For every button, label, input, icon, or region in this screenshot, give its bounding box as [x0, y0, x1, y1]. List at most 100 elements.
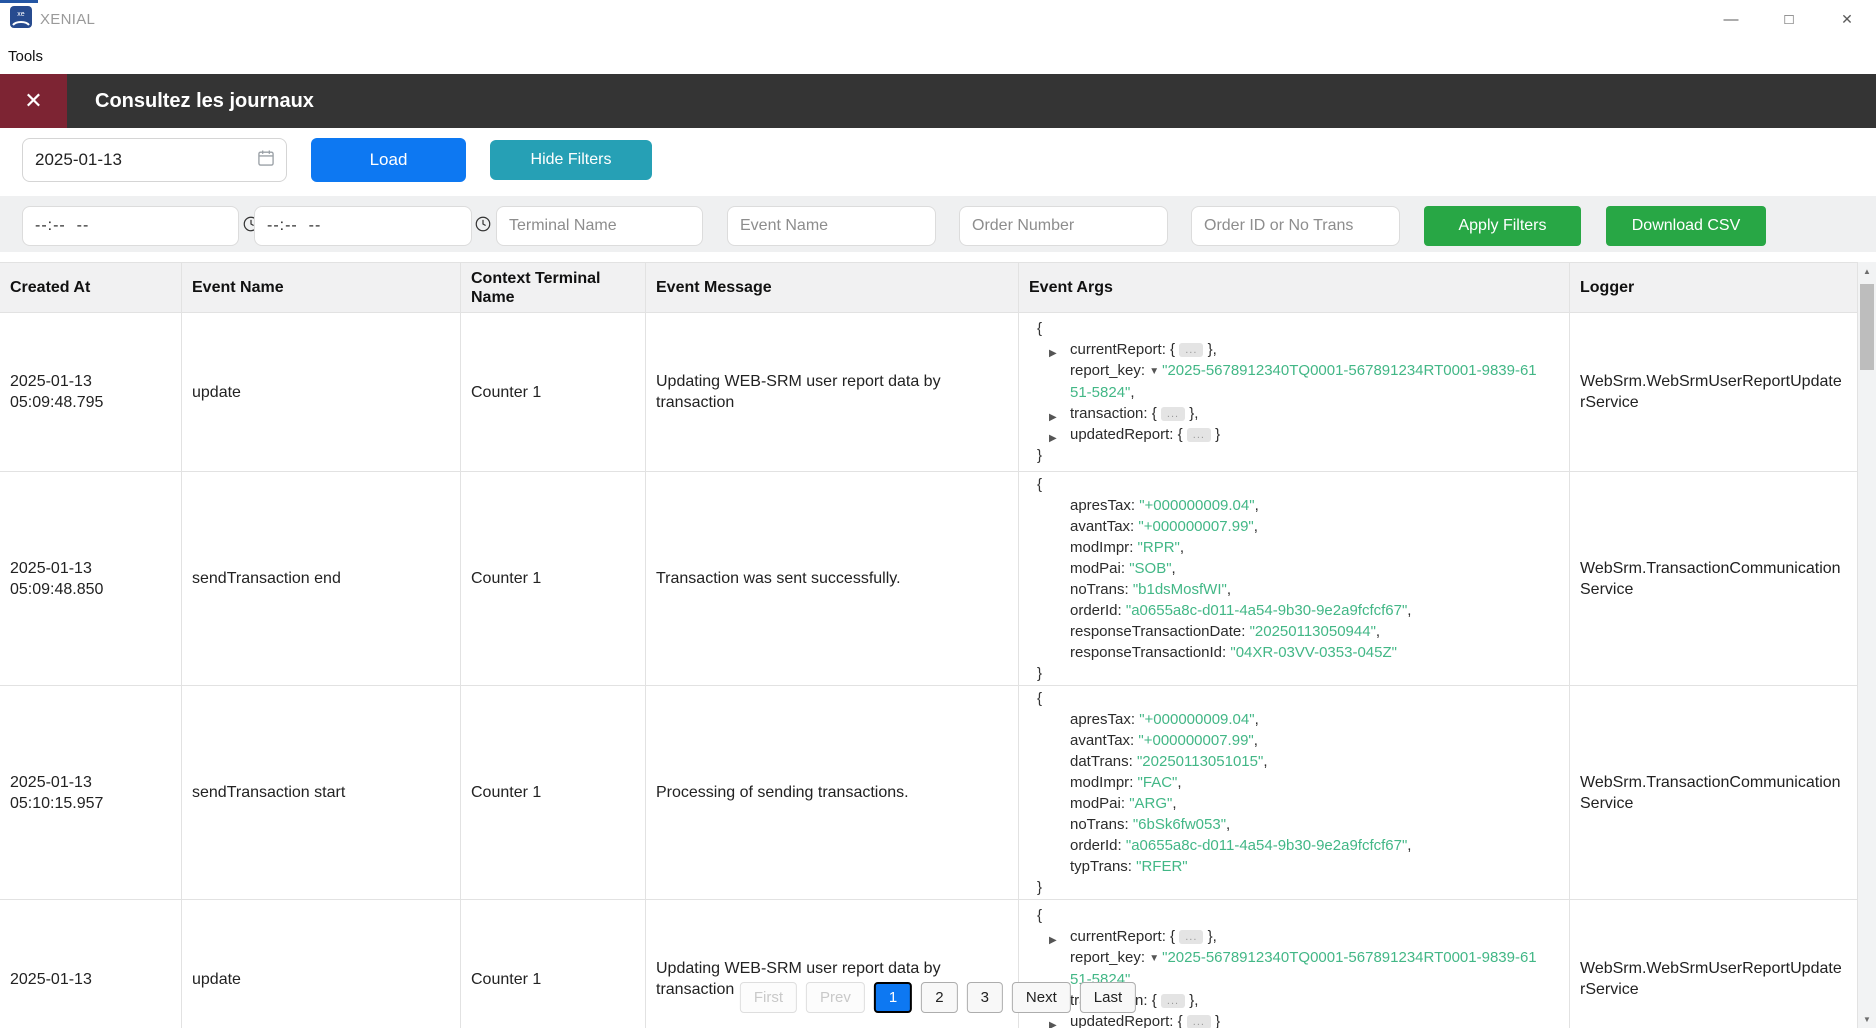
cell-event-name: update: [182, 900, 461, 1028]
pagination-last-button[interactable]: Last: [1080, 982, 1136, 1013]
json-collapse-string-icon[interactable]: ▼: [1149, 948, 1159, 969]
json-expand-icon[interactable]: ▶: [1049, 428, 1057, 449]
order-number-input[interactable]: [972, 217, 1179, 235]
json-key: orderId: [1070, 837, 1118, 854]
json-punctuation: :: [1129, 539, 1137, 556]
json-key: avantTax: [1070, 518, 1130, 535]
json-key: updatedReport: [1070, 426, 1169, 443]
pagination-page-3-button[interactable]: 3: [967, 982, 1003, 1013]
json-collapse-string-icon[interactable]: ▼: [1149, 361, 1159, 382]
json-punctuation: },: [1185, 992, 1198, 1009]
json-ellipsis-chip[interactable]: ...: [1187, 1015, 1211, 1028]
clock-icon[interactable]: [474, 215, 492, 238]
cell-created-at: 2025-01-13: [0, 900, 182, 1028]
json-punctuation: :: [1131, 497, 1139, 514]
pagination-first-button[interactable]: First: [740, 982, 797, 1013]
json-key: report_key: [1070, 362, 1141, 379]
json-string-value: "b1dsMosfWI": [1133, 581, 1227, 598]
json-line: noTrans: "b1dsMosfWI",: [1037, 579, 1542, 600]
event-name-input[interactable]: [740, 217, 947, 235]
date-picker[interactable]: [22, 138, 287, 182]
json-expand-icon[interactable]: ▶: [1049, 1015, 1057, 1028]
cell-event-message: Transaction was sent successfully.: [646, 472, 1019, 685]
json-line: apresTax: "+000000009.04",: [1037, 709, 1542, 730]
time-from-picker[interactable]: [22, 206, 239, 246]
download-csv-button[interactable]: Download CSV: [1606, 206, 1766, 246]
json-line: responseTransactionId: "04XR-03VV-0353-0…: [1037, 642, 1542, 663]
json-key: apresTax: [1070, 711, 1131, 728]
column-header-event-message: Event Message: [646, 263, 1019, 312]
cell-created-at: 2025-01-13 05:09:48.795: [0, 313, 182, 471]
json-key: apresTax: [1070, 497, 1131, 514]
cell-event-message: Processing of sending transactions.: [646, 686, 1019, 899]
json-key: datTrans: [1070, 753, 1129, 770]
json-key: currentReport: [1070, 928, 1162, 945]
json-punctuation: :: [1121, 560, 1129, 577]
cell-logger: WebSrm.WebSrmUserReportUpdaterService: [1570, 313, 1858, 471]
scrollbar-up-arrow-icon[interactable]: ▲: [1858, 262, 1876, 280]
json-line: }: [1037, 445, 1542, 466]
json-punctuation: :: [1121, 795, 1129, 812]
order-id-filter[interactable]: [1191, 206, 1400, 246]
json-line: ▶updatedReport: { ... }: [1037, 1011, 1542, 1028]
cell-terminal: Counter 1: [461, 900, 646, 1028]
calendar-icon[interactable]: [256, 148, 276, 173]
time-from-input[interactable]: [35, 217, 242, 235]
cell-event-name: update: [182, 313, 461, 471]
event-name-filter[interactable]: [727, 206, 936, 246]
pagination-page-1-button[interactable]: 1: [874, 982, 912, 1013]
load-button[interactable]: Load: [311, 138, 466, 182]
cell-created-at: 2025-01-13 05:10:15.957: [0, 686, 182, 899]
json-punctuation: ,: [1255, 711, 1259, 728]
order-id-input[interactable]: [1204, 217, 1411, 235]
json-ellipsis-chip[interactable]: ...: [1187, 428, 1211, 442]
menu-item-tools[interactable]: Tools: [0, 48, 51, 65]
json-punctuation: :: [1131, 711, 1139, 728]
json-punctuation: ,: [1376, 623, 1380, 640]
json-key: modPai: [1070, 795, 1121, 812]
close-page-button[interactable]: ✕: [0, 74, 67, 128]
app-title: XENIAL: [40, 11, 95, 28]
vertical-scrollbar[interactable]: ▲ ▼: [1858, 262, 1876, 1028]
json-key: avantTax: [1070, 732, 1130, 749]
cell-created-at: 2025-01-13 05:09:48.850: [0, 472, 182, 685]
json-line: }: [1037, 877, 1542, 898]
table-row: 2025-01-13 05:10:15.957 sendTransaction …: [0, 686, 1858, 900]
hide-filters-button[interactable]: Hide Filters: [490, 140, 652, 180]
page-title: Consultez les journaux: [95, 90, 314, 113]
json-ellipsis-chip[interactable]: ...: [1179, 343, 1203, 357]
filter-bar: Apply Filters Download CSV: [0, 196, 1876, 252]
title-bar: xe XENIAL — □ ✕: [0, 0, 1876, 38]
apply-filters-button[interactable]: Apply Filters: [1424, 206, 1581, 246]
json-punctuation: ,: [1263, 753, 1267, 770]
minimize-button[interactable]: —: [1702, 0, 1760, 38]
order-number-filter[interactable]: [959, 206, 1168, 246]
scrollbar-down-arrow-icon[interactable]: ▼: [1858, 1010, 1876, 1028]
json-ellipsis-chip[interactable]: ...: [1161, 994, 1185, 1008]
pagination-page-2-button[interactable]: 2: [921, 982, 957, 1013]
json-key: noTrans: [1070, 581, 1124, 598]
close-window-button[interactable]: ✕: [1818, 0, 1876, 38]
pagination-prev-button[interactable]: Prev: [806, 982, 865, 1013]
json-punctuation: : {: [1169, 426, 1187, 443]
table-row: 2025-01-13 05:09:48.795 update Counter 1…: [0, 313, 1858, 472]
json-line: {: [1037, 688, 1542, 709]
date-input[interactable]: [35, 150, 256, 170]
maximize-button[interactable]: □: [1760, 0, 1818, 38]
json-punctuation: : {: [1169, 1013, 1187, 1028]
terminal-name-input[interactable]: [509, 217, 716, 235]
scrollbar-thumb[interactable]: [1860, 284, 1874, 370]
time-to-input[interactable]: [267, 217, 474, 235]
json-punctuation: ,: [1180, 539, 1184, 556]
json-ellipsis-chip[interactable]: ...: [1161, 407, 1185, 421]
json-punctuation: },: [1203, 928, 1216, 945]
json-line: }: [1037, 663, 1542, 684]
terminal-name-filter[interactable]: [496, 206, 703, 246]
cell-event-message: Updating WEB-SRM user report data by tra…: [646, 313, 1019, 471]
time-to-picker[interactable]: [254, 206, 472, 246]
pagination-next-button[interactable]: Next: [1012, 982, 1071, 1013]
menu-bar: Tools: [0, 38, 1876, 74]
json-ellipsis-chip[interactable]: ...: [1179, 930, 1203, 944]
json-line: {: [1037, 474, 1542, 495]
json-key: responseTransactionId: [1070, 644, 1222, 661]
